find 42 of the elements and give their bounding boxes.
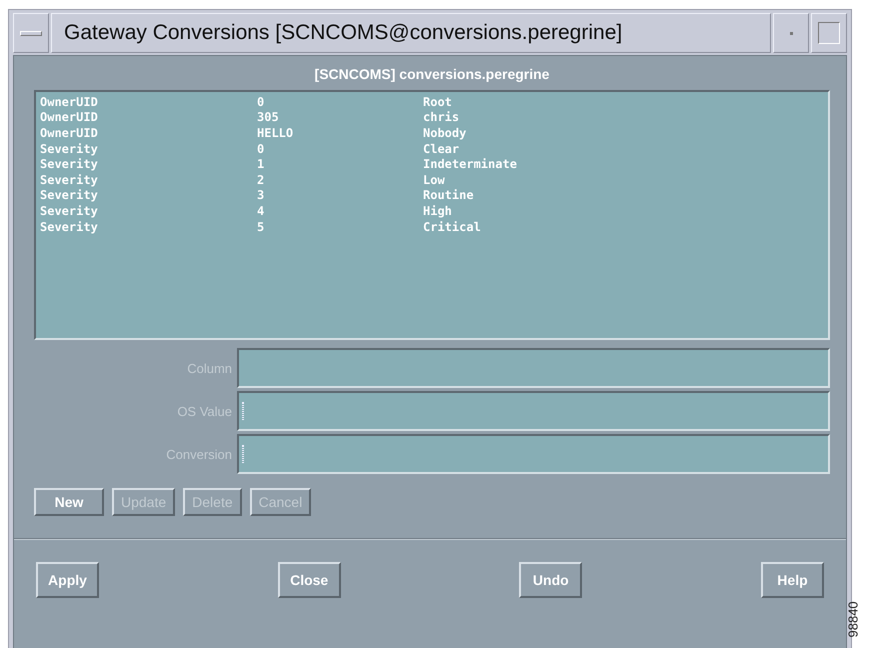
dialog-button[interactable]: Undo — [519, 562, 582, 598]
dialog-button[interactable]: Close — [278, 562, 341, 598]
maximize-button[interactable] — [811, 13, 847, 53]
list-cell: Low — [423, 172, 445, 187]
list-cell-text: 1 — [257, 157, 266, 172]
list-cell-text: 5 — [257, 220, 266, 234]
list-cell-text: Severity — [40, 204, 99, 218]
list-cell-text: OwnerUID — [40, 126, 99, 140]
list-cell: Nobody — [423, 126, 466, 140]
dialog-heading: [SCNCOMS] conversions.peregrine — [314, 65, 550, 84]
list-cell-text: OwnerUID — [40, 110, 99, 124]
list-cell-text: Severity — [40, 157, 99, 172]
list-cell-text: 4 — [257, 204, 266, 218]
list-cell-text: Severity — [40, 188, 99, 202]
window-menu-button[interactable] — [13, 13, 49, 53]
input-field[interactable] — [237, 348, 830, 388]
action-button[interactable]: New — [34, 488, 104, 516]
list-cell-text: OwnerUID — [40, 94, 99, 109]
list-cell-text: Severity — [40, 172, 99, 187]
minimize-button[interactable] — [773, 13, 809, 53]
list-cell: Root — [423, 94, 452, 109]
conversion-list[interactable]: OwnerUID 0 Root OwnerUID 305 chris OwnerUID HELLO Nobody Severity 0 Clear Severity 1 Indeterminate Severity 2 Low Severity 3 Routine Severity 4 High Severity 5 Critical — [34, 90, 830, 340]
list-cell: Clear — [423, 142, 460, 156]
list-cell-text: 0 — [257, 142, 266, 156]
list-cell: Routine — [423, 188, 474, 202]
list-cell-text: HELLO — [257, 126, 294, 140]
list-cell: High — [423, 204, 452, 218]
list-cell: chris — [423, 110, 460, 124]
list-cell: Critical — [423, 220, 481, 234]
dialog-button[interactable]: Help — [760, 562, 824, 598]
window-title: Gateway Conversions [SCNCOMS@conversions.peregrine] — [51, 13, 771, 53]
list-cell: Indeterminate — [423, 157, 517, 172]
list-cell-text: Severity — [40, 142, 99, 156]
list-cell-text: 305 — [257, 110, 280, 124]
dialog-button[interactable]: Apply — [36, 562, 99, 598]
figure-number: 98840 — [846, 600, 860, 638]
list-cell-text: Severity — [40, 220, 99, 234]
input-field[interactable] — [237, 391, 830, 431]
list-cell-text: 3 — [257, 188, 266, 202]
list-cell-text: 0 — [257, 94, 266, 109]
input-field[interactable] — [237, 434, 830, 474]
list-cell-text: 2 — [257, 172, 266, 187]
